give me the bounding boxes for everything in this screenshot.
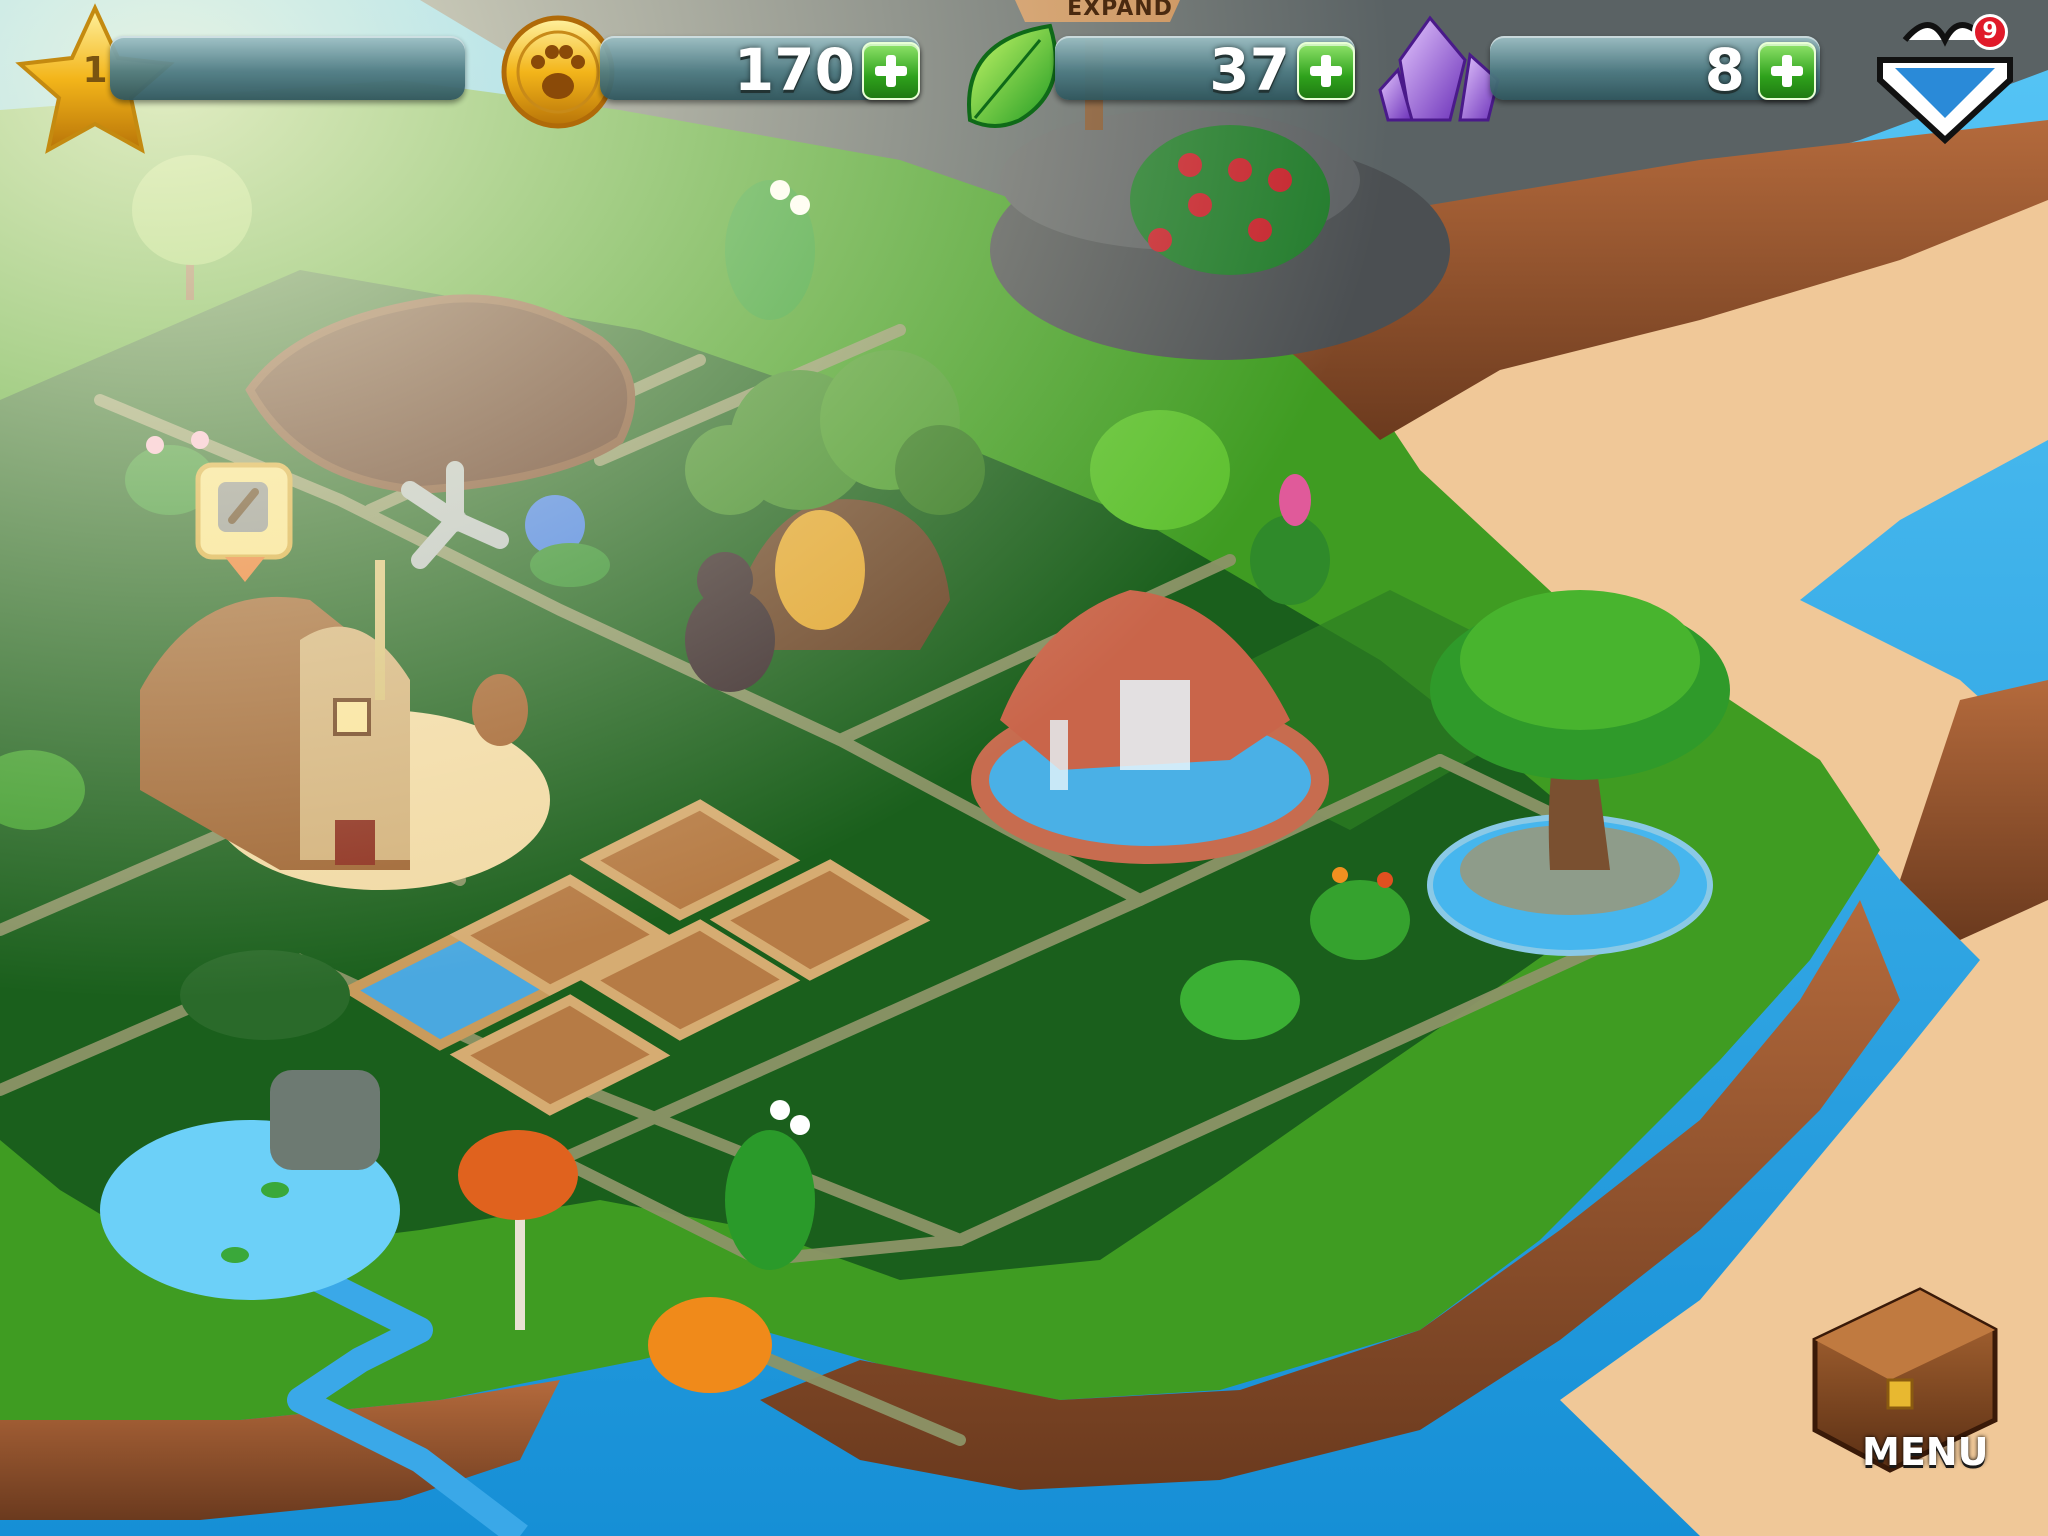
sunlight-glow [0, 0, 2048, 1536]
leaves-value: 37 [1209, 36, 1290, 104]
buy-gems-button[interactable] [1758, 42, 1816, 100]
game-world[interactable] [0, 0, 2048, 1536]
expand-sign-label[interactable]: EXPAND [1040, 0, 1200, 21]
buy-leaves-button[interactable] [1297, 42, 1355, 100]
level-bar [110, 36, 465, 100]
level-number: 1 [82, 50, 108, 91]
gift-notification-badge: 9 [1972, 14, 2008, 50]
coins-value: 170 [733, 36, 855, 104]
paw-coin-icon [501, 15, 615, 129]
menu-label[interactable]: MENU [1862, 1430, 1988, 1474]
buy-coins-button[interactable] [862, 42, 920, 100]
gems-value: 8 [1704, 36, 1745, 104]
